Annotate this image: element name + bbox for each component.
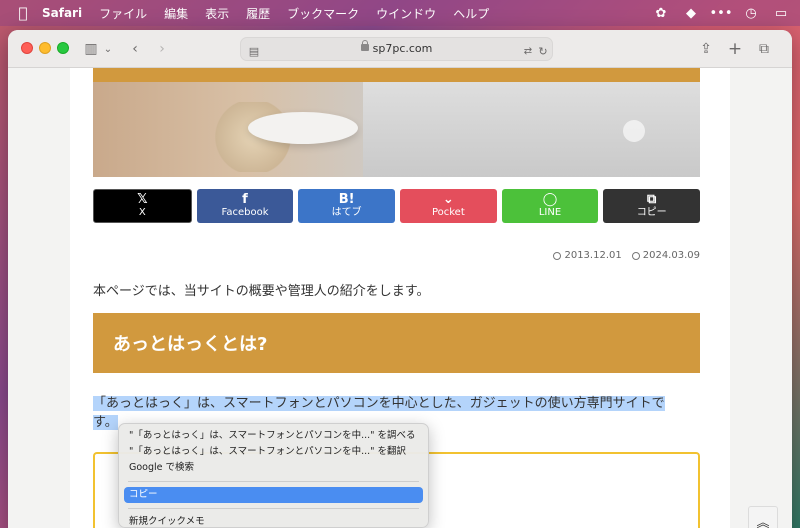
chatgpt-icon[interactable]: ✿ (652, 4, 670, 22)
share-x-button[interactable]: 𝕏 X (93, 189, 192, 223)
menu-bar:  Safari ファイル 編集 表示 履歴 ブックマーク ウインドウ ヘルプ … (0, 0, 800, 26)
menu-item-translate[interactable]: "「あっとはっく」は、スマートフォンとパソコンを中..." を翻訳 (124, 444, 423, 460)
status-area: ✿ ◆ ••• ◷ ▭ (652, 0, 790, 26)
menu-history[interactable]: 履歴 (246, 5, 270, 22)
pocket-icon: ⌄ (442, 192, 454, 207)
forward-button[interactable]: › (154, 39, 170, 59)
share-pocket-button[interactable]: ⌄ Pocket (400, 189, 497, 223)
menu-app-safari[interactable]: Safari (42, 6, 82, 20)
share-icon[interactable]: ⇪ (698, 39, 714, 59)
share-buttons: 𝕏 X f Facebook B! はてブ ⌄ Pocket ◯ LINE ⧉ … (93, 189, 701, 223)
apple-menu-icon[interactable]:  (14, 4, 32, 22)
menu-item-quick-note[interactable]: 新規クイックメモ (124, 514, 423, 528)
section-heading: あっとはっくとは? (93, 313, 700, 373)
menu-view[interactable]: 表示 (205, 5, 229, 22)
facebook-icon: f (242, 192, 248, 207)
url-text: sp7pc.com (372, 42, 433, 55)
clock-icon[interactable]: ◷ (742, 4, 760, 22)
sidebar-icon[interactable]: ▥ (82, 39, 100, 59)
chevron-down-icon[interactable]: ⌄ (102, 39, 114, 59)
updated-date-text: 2024.03.09 (642, 250, 700, 261)
zoom-window-button[interactable] (57, 42, 69, 54)
share-label: はてブ (331, 207, 362, 218)
published-date: 2013.12.01 (553, 250, 622, 261)
new-tab-icon[interactable]: + (727, 39, 743, 59)
share-label: コピー (636, 207, 667, 218)
share-facebook-button[interactable]: f Facebook (196, 189, 294, 223)
menu-help[interactable]: ヘルプ (453, 5, 489, 22)
article-dates: 2013.12.01 2024.03.09 (553, 250, 700, 261)
share-label: X (138, 207, 146, 218)
share-copy-button[interactable]: ⧉ コピー (603, 189, 701, 223)
url-display[interactable]: sp7pc.com (241, 40, 552, 55)
menu-bookmarks[interactable]: ブックマーク (287, 5, 359, 22)
share-line-button[interactable]: ◯ LINE (501, 189, 599, 223)
refresh-icon (631, 251, 640, 260)
tab-overview-icon[interactable]: ⧉ (756, 39, 772, 59)
keyboard-figure (363, 82, 700, 177)
hatena-icon: B! (338, 192, 355, 207)
share-hatena-button[interactable]: B! はてブ (298, 189, 396, 223)
browser-toolbar: ▥ ⌄ ‹ › ▤ sp7pc.com ⇄ ↻ ⇪ + ⧉ (8, 30, 792, 68)
hero-image (93, 82, 700, 177)
menu-item-google-search[interactable]: Google で検索 (124, 460, 423, 476)
intro-text: 本ページでは、当サイトの概要や管理人の紹介をします。 (93, 284, 430, 299)
published-date-text: 2013.12.01 (564, 250, 622, 261)
window-icon[interactable]: ▭ (772, 4, 790, 22)
scroll-to-top-button[interactable]: ︽ (748, 506, 778, 528)
address-bar[interactable]: ▤ sp7pc.com ⇄ ↻ (240, 37, 553, 61)
share-label: LINE (538, 207, 562, 218)
menu-item-lookup[interactable]: "「あっとはっく」は、スマートフォンとパソコンを中..." を調べる (124, 428, 423, 444)
apple-logo (623, 120, 645, 142)
menu-edit[interactable]: 編集 (164, 5, 188, 22)
selected-text-line2: す。 (93, 415, 118, 430)
copy-icon: ⧉ (647, 192, 657, 207)
dropbox-icon[interactable]: ◆ (682, 4, 700, 22)
menu-separator (128, 481, 419, 482)
minimize-window-button[interactable] (39, 42, 51, 54)
reload-icon[interactable]: ↻ (536, 41, 550, 61)
lock-icon (360, 40, 369, 51)
header-band (93, 68, 700, 82)
share-label: Facebook (221, 207, 269, 218)
selected-text-line1: 「あっとはっく」は、スマートフォンとパソコンを中心とした、ガジェットの使い方専門… (93, 396, 665, 411)
menu-item-copy[interactable]: コピー (124, 487, 423, 503)
x-icon: 𝕏 (137, 192, 148, 207)
menu-separator (128, 508, 419, 509)
clock-icon (553, 251, 562, 260)
menu-file[interactable]: ファイル (99, 5, 147, 22)
mouse-figure (248, 112, 358, 144)
menu-window[interactable]: ウインドウ (376, 5, 436, 22)
context-menu: "「あっとはっく」は、スマートフォンとパソコンを中..." を調べる "「あっと… (118, 423, 429, 528)
line-icon: ◯ (542, 192, 558, 207)
back-button[interactable]: ‹ (127, 39, 143, 59)
close-window-button[interactable] (21, 42, 33, 54)
dots-icon[interactable]: ••• (710, 4, 733, 22)
updated-date: 2024.03.09 (631, 250, 700, 261)
share-label: Pocket (431, 207, 465, 218)
translate-icon[interactable]: ⇄ (521, 41, 535, 61)
